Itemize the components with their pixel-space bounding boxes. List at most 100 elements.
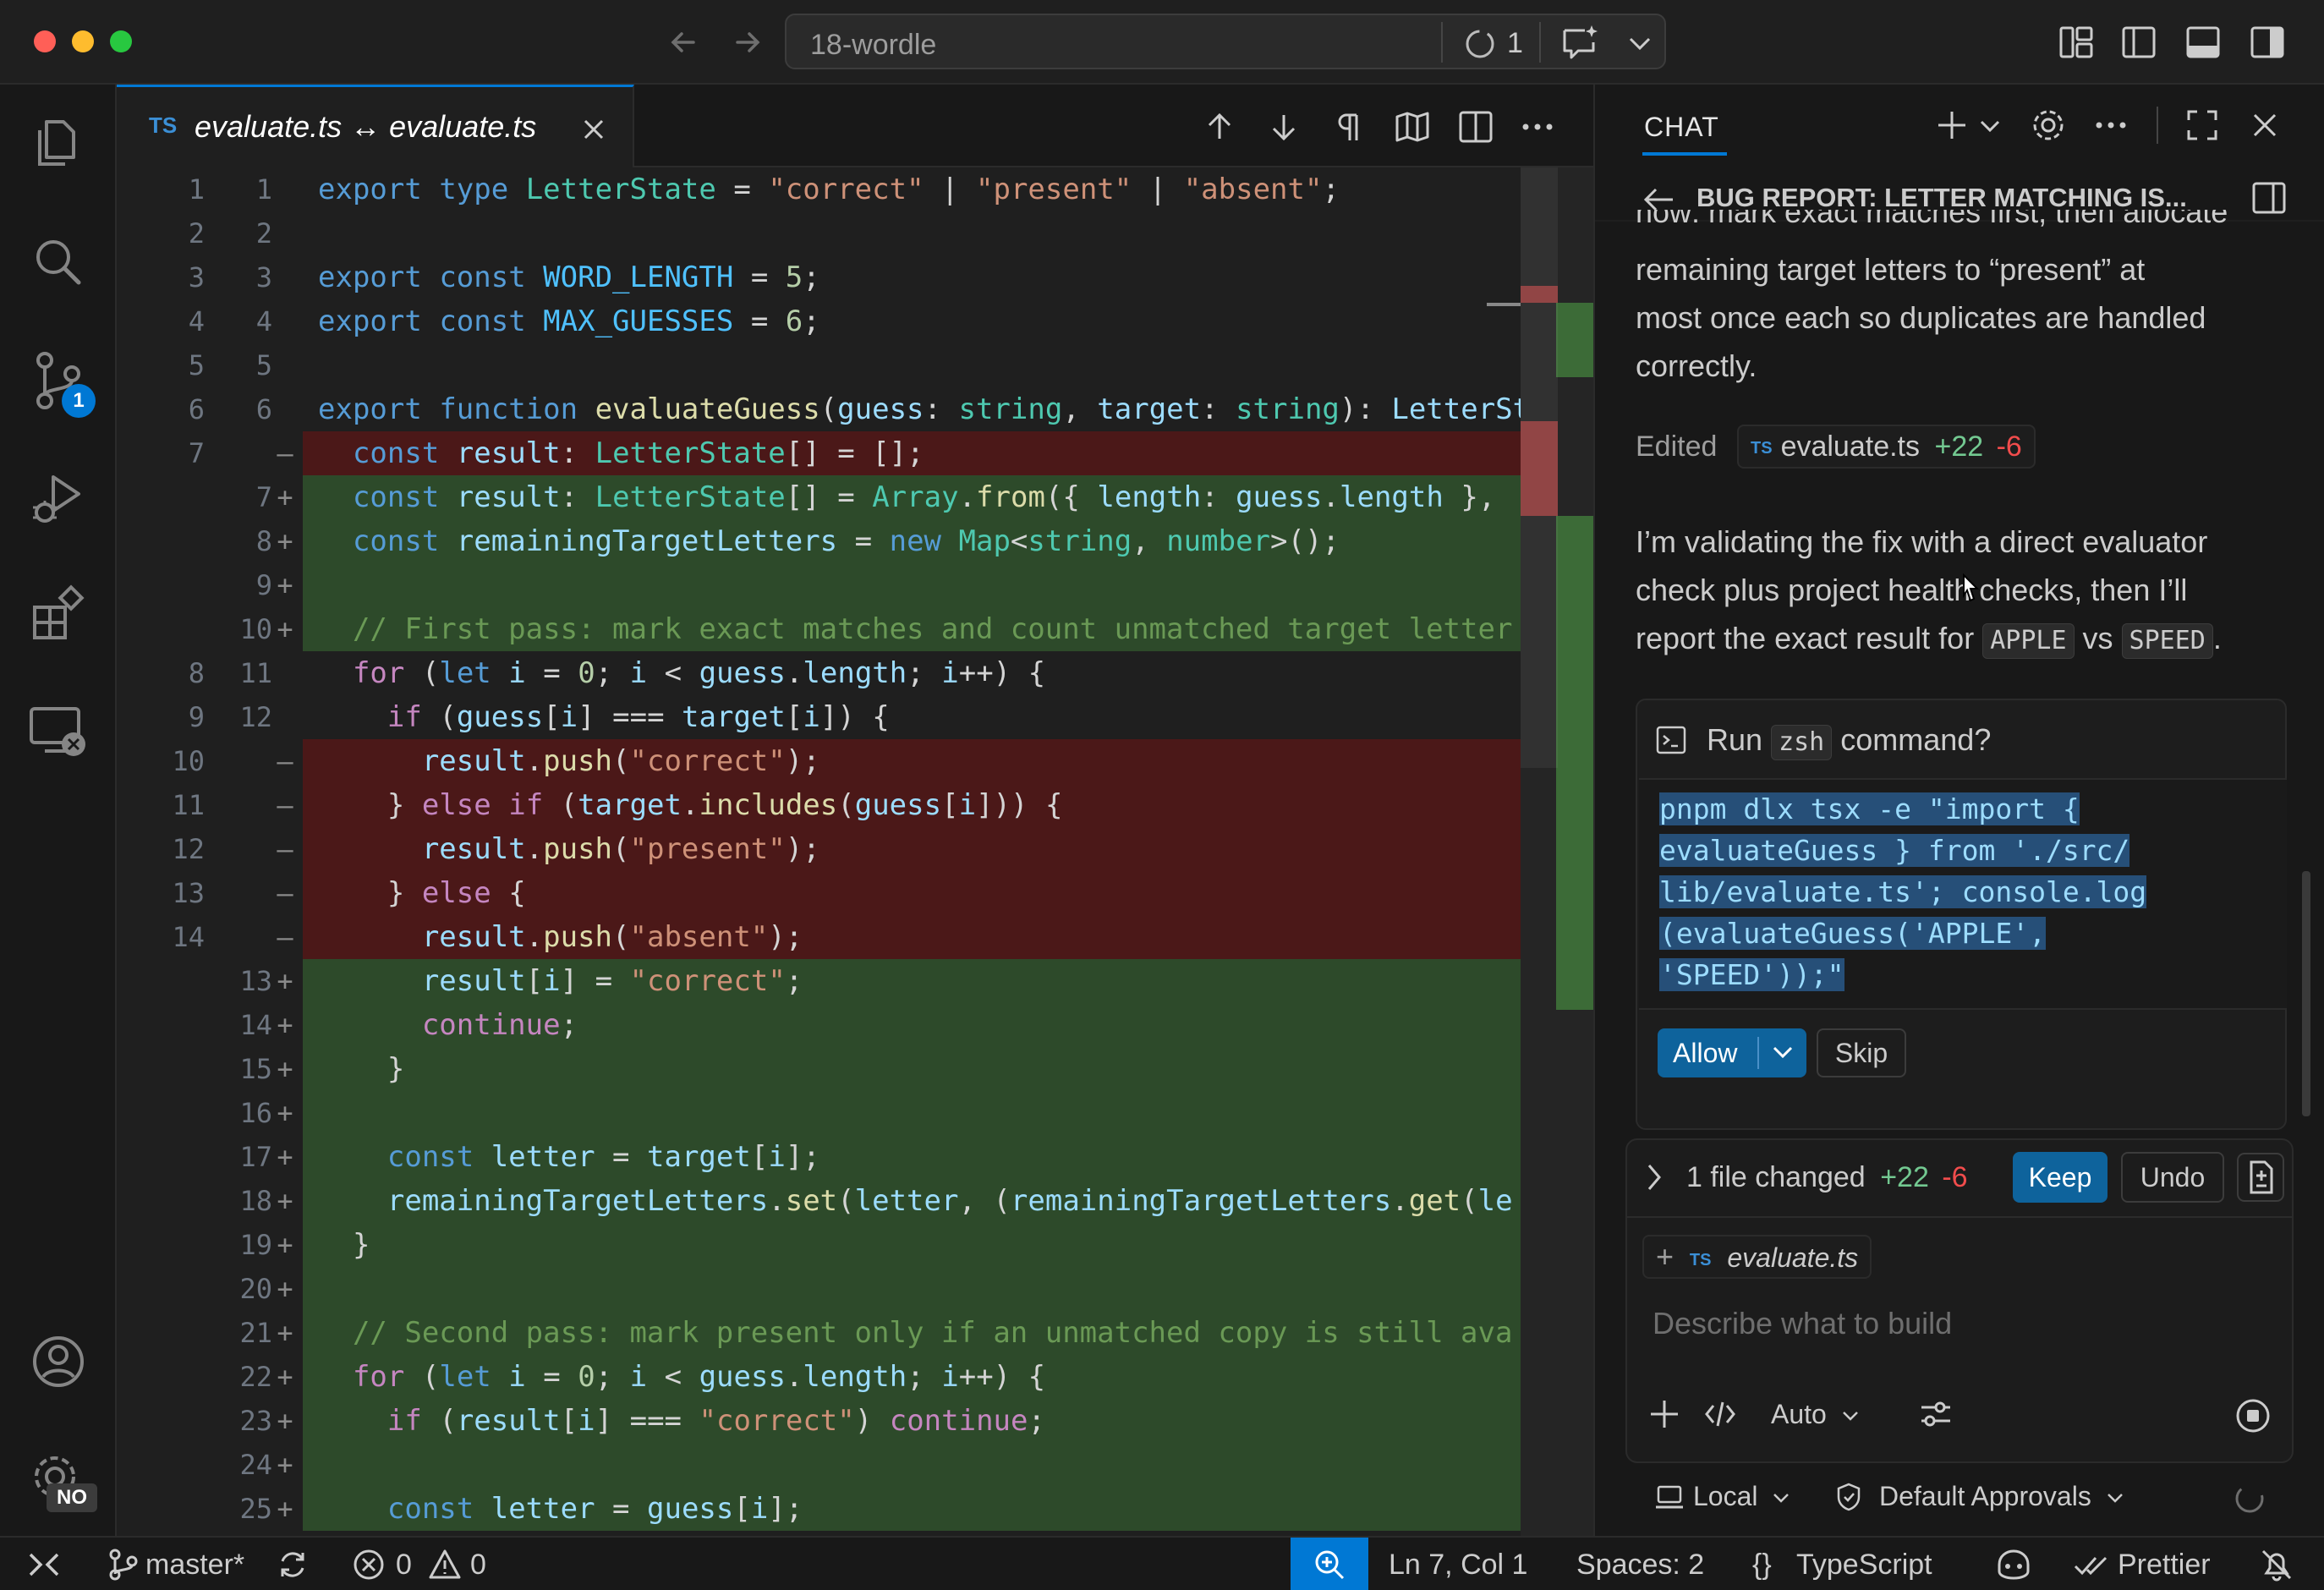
tab-evaluate-diff[interactable]: TS evaluate.ts ↔ evaluate.ts	[117, 85, 634, 167]
attachment-chip[interactable]: + TS evaluate.ts	[1642, 1235, 1872, 1279]
toggle-primary-sidebar-icon[interactable]	[2121, 25, 2157, 59]
cursor-position[interactable]: Ln 7, Col 1	[1389, 1546, 1527, 1583]
check-all-icon[interactable]	[2072, 1548, 2109, 1582]
toggle-secondary-sidebar-icon[interactable]	[2250, 25, 2285, 59]
copilot-icon[interactable]	[1994, 1546, 2033, 1583]
chat-input[interactable]: Describe what to build	[1653, 1306, 1952, 1341]
sync-icon[interactable]	[276, 1548, 310, 1582]
tools-settings-icon[interactable]	[1918, 1397, 1954, 1431]
added-code-line[interactable]: const remainingTargetLetters = new Map<s…	[303, 519, 1593, 563]
code-line[interactable]: export const WORD_LENGTH = 5;	[303, 255, 1593, 299]
code-line[interactable]	[303, 343, 1593, 387]
indentation[interactable]: Spaces: 2	[1576, 1546, 1704, 1583]
add-context-icon[interactable]	[1647, 1397, 1681, 1431]
run-debug-icon[interactable]	[25, 465, 92, 533]
notifications-off-icon[interactable]	[2258, 1546, 2295, 1583]
branch-name[interactable]: master*	[145, 1546, 244, 1583]
error-icon[interactable]	[352, 1548, 386, 1582]
back-arrow-icon[interactable]	[665, 24, 702, 61]
command-center[interactable]: 18-wordle 1	[785, 14, 1666, 69]
warning-count[interactable]: 0	[470, 1546, 486, 1583]
show-whitespace-icon[interactable]	[1331, 110, 1365, 144]
skip-button[interactable]: Skip	[1817, 1028, 1906, 1077]
toggle-sidebar-icon[interactable]	[2251, 181, 2287, 215]
edited-file-chip[interactable]: TS evaluate.ts +22 -6	[1737, 425, 2036, 469]
explorer-icon[interactable]	[25, 110, 92, 178]
error-count[interactable]: 0	[396, 1546, 412, 1583]
zoom-indicator[interactable]	[1291, 1538, 1368, 1590]
new-chat-icon[interactable]	[1935, 108, 1969, 142]
manage-gear-icon[interactable]: NO	[25, 1446, 97, 1514]
undo-button[interactable]: Undo	[2121, 1152, 2224, 1203]
added-code-line[interactable]: const letter = guess[i];	[303, 1487, 1593, 1531]
added-code-line[interactable]: if (result[i] === "correct") continue;	[303, 1399, 1593, 1443]
close-icon[interactable]	[580, 116, 607, 143]
remote-explorer-icon[interactable]	[25, 697, 92, 765]
added-code-line[interactable]: // Second pass: mark present only if an …	[303, 1311, 1593, 1355]
minimize-window-button[interactable]	[72, 30, 94, 52]
diff-editor[interactable]: 1 1 2 2 3 3 4 4 5 5 6 6 7—7 +8 +9 +10 +8 11 9 12 10—11—12—13…	[117, 167, 1593, 1536]
added-code-line[interactable]: // First pass: mark exact matches and co…	[303, 607, 1593, 651]
chevron-down-icon[interactable]	[1771, 1044, 1795, 1062]
warning-icon[interactable]	[428, 1548, 462, 1582]
chevron-down-icon[interactable]	[1772, 1492, 1790, 1505]
added-code-line[interactable]	[303, 1443, 1593, 1487]
chevron-down-icon[interactable]	[1627, 34, 1653, 54]
search-icon[interactable]	[25, 228, 92, 296]
remote-indicator-icon[interactable]	[25, 1548, 63, 1582]
code-line[interactable]	[303, 211, 1593, 255]
added-code-line[interactable]	[303, 1091, 1593, 1135]
split-editor-icon[interactable]	[1458, 110, 1494, 144]
formatter[interactable]: Prettier	[2118, 1546, 2211, 1583]
removed-code-line[interactable]: result.push("absent");	[303, 915, 1593, 959]
close-icon[interactable]	[2250, 110, 2280, 140]
location-picker[interactable]: Local	[1693, 1477, 1790, 1516]
code-line[interactable]: if (guess[i] === target[i]) {	[303, 695, 1593, 739]
code-line[interactable]: export const MAX_GUESSES = 6;	[303, 299, 1593, 343]
layout-customize-icon[interactable]	[2058, 25, 2094, 59]
chat-scrollbar[interactable]	[2302, 871, 2310, 1116]
account-icon[interactable]	[25, 1328, 92, 1395]
minimap[interactable]	[1521, 167, 1593, 1536]
previous-change-icon[interactable]	[1203, 110, 1236, 144]
added-code-line[interactable]: }	[303, 1223, 1593, 1267]
added-code-line[interactable]	[303, 1267, 1593, 1311]
added-code-line[interactable]: const letter = target[i];	[303, 1135, 1593, 1179]
next-change-icon[interactable]	[1267, 110, 1301, 144]
code-line[interactable]: for (let i = 0; i < guess.length; i++) {	[303, 651, 1593, 695]
chevron-right-icon[interactable]	[1644, 1160, 1664, 1194]
removed-code-line[interactable]: } else if (target.includes(guess[i])) {	[303, 783, 1593, 827]
chevron-down-icon[interactable]	[2106, 1492, 2124, 1505]
added-code-line[interactable]: result[i] = "correct";	[303, 959, 1593, 1003]
removed-code-line[interactable]: result.push("correct");	[303, 739, 1593, 783]
chevron-down-icon[interactable]	[1841, 1410, 1860, 1423]
chevron-down-icon[interactable]	[1979, 118, 2001, 135]
removed-code-line[interactable]: result.push("present");	[303, 827, 1593, 871]
added-code-line[interactable]: continue;	[303, 1003, 1593, 1047]
added-code-line[interactable]: const result: LetterState[] = Array.from…	[303, 475, 1593, 519]
zoom-window-button[interactable]	[110, 30, 132, 52]
source-control-icon[interactable]: 1	[25, 347, 96, 418]
allow-button[interactable]: Allow	[1658, 1028, 1806, 1077]
added-code-line[interactable]: remainingTargetLetters.set(letter, (rema…	[303, 1179, 1593, 1223]
mode-picker[interactable]: Auto	[1771, 1394, 1860, 1434]
maximize-icon[interactable]	[2185, 108, 2219, 142]
stop-icon[interactable]	[2234, 1397, 2272, 1434]
added-code-line[interactable]: }	[303, 1047, 1593, 1091]
forward-arrow-icon[interactable]	[729, 24, 766, 61]
language-mode[interactable]: TypeScript	[1796, 1546, 1932, 1583]
chat-sparkle-icon[interactable]	[1559, 24, 1602, 63]
files-changed-summary[interactable]: 1 file changed +22 -6	[1686, 1157, 1968, 1198]
more-actions-icon[interactable]	[2094, 113, 2128, 137]
review-changes-icon[interactable]	[2236, 1152, 2285, 1203]
zoom-in-icon[interactable]	[1313, 1548, 1346, 1582]
added-code-line[interactable]: for (let i = 0; i < guess.length; i++) {	[303, 1355, 1593, 1399]
more-actions-icon[interactable]	[1521, 115, 1554, 139]
keep-button[interactable]: Keep	[2013, 1152, 2107, 1203]
toggle-panel-icon[interactable]	[2185, 25, 2221, 59]
code-context-icon[interactable]	[1703, 1397, 1737, 1431]
extensions-icon[interactable]	[25, 582, 92, 650]
gear-icon[interactable]	[2030, 107, 2067, 144]
added-code-line[interactable]	[303, 563, 1593, 607]
code-line[interactable]: export function evaluateGuess(guess: str…	[303, 387, 1593, 431]
